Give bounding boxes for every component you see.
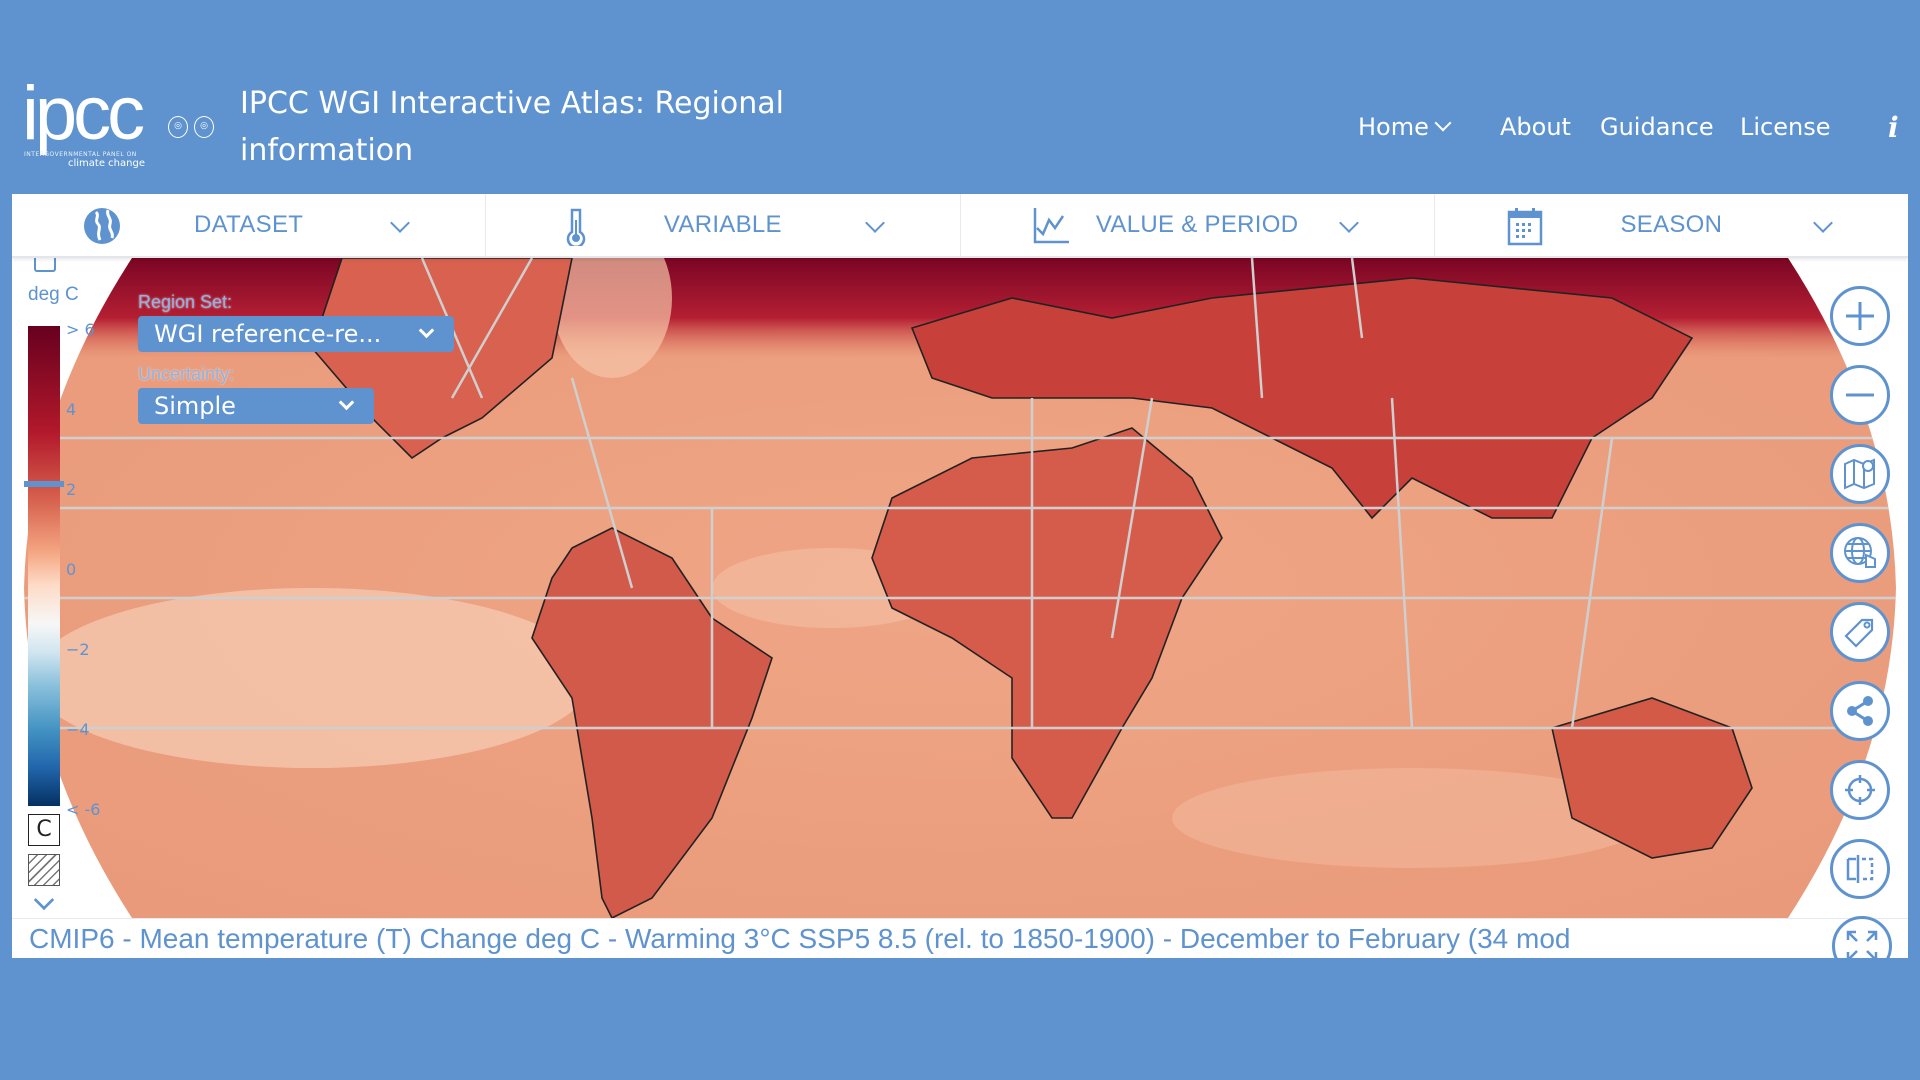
legend-tick: 2	[66, 480, 77, 499]
globe-hand-icon	[1844, 537, 1876, 568]
region-set-select[interactable]: WGI reference-re...	[138, 316, 454, 352]
nav-license[interactable]: License	[1740, 110, 1830, 144]
atlas-panel: DATASET VARIABLE VALUE & PERIOD SEASON d…	[12, 194, 1908, 958]
map-region-button[interactable]	[1830, 444, 1890, 504]
ipcc-logo[interactable]: ipcc INTERGOVERNMENTAL PANEL ON climate …	[22, 74, 222, 174]
nav-home[interactable]: Home	[1358, 110, 1452, 144]
legend-tick: −2	[66, 640, 90, 659]
uncertainty-value: Simple	[154, 392, 236, 420]
compare-icon	[1846, 855, 1874, 883]
dataset-dropdown[interactable]: DATASET	[12, 194, 487, 256]
logo-text: ipcc	[22, 71, 145, 156]
dataset-label: DATASET	[194, 211, 304, 238]
value-period-label: VALUE & PERIOD	[1095, 211, 1299, 238]
uncertainty-label: Uncertainty:	[138, 364, 235, 384]
legend-tick: 0	[66, 560, 77, 579]
consensus-toggle[interactable]: C	[28, 814, 60, 846]
logo-subtitle: INTERGOVERNMENTAL PANEL ON	[24, 151, 137, 158]
share-icon	[1847, 696, 1873, 726]
chevron-down-icon	[338, 394, 355, 411]
season-dropdown[interactable]: SEASON	[1435, 194, 1908, 256]
nav-guidance[interactable]: Guidance	[1600, 110, 1714, 144]
map-caption: CMIP6 - Mean temperature (T) Change deg …	[12, 918, 1908, 958]
region-set-value: WGI reference-re...	[154, 320, 382, 348]
legend-tick: 4	[66, 400, 77, 419]
tag-icon	[1844, 618, 1874, 648]
crosshair-icon	[1845, 775, 1875, 805]
chevron-down-icon	[418, 322, 435, 339]
page-title: IPCC WGI Interactive Atlas: Regional inf…	[240, 86, 784, 168]
uncertainty-select[interactable]: Simple	[138, 388, 374, 424]
expand-icon	[1846, 930, 1878, 958]
color-legend: deg C > 6 4 2 0 −2 −4 < -6 C	[12, 254, 122, 918]
season-label: SEASON	[1620, 211, 1723, 238]
map-body	[24, 258, 1896, 918]
unep-logo-icon: ◎	[194, 116, 214, 138]
map-tools	[1830, 286, 1894, 918]
hatching-toggle[interactable]	[28, 854, 60, 886]
legend-tick: > 6	[66, 320, 95, 339]
map-pin-icon	[1844, 458, 1875, 490]
logo-subtitle-2: climate change	[68, 158, 145, 169]
wmo-logo-icon: ◎	[168, 116, 188, 138]
value-period-dropdown[interactable]: VALUE & PERIOD	[961, 194, 1435, 256]
region-set-label: Region Set:	[138, 292, 233, 312]
chevron-down-icon	[1434, 114, 1452, 132]
variable-label: VARIABLE	[663, 211, 782, 238]
map-canvas[interactable]	[12, 258, 1908, 918]
nav-about[interactable]: About	[1500, 110, 1571, 144]
legend-tick: −4	[66, 720, 90, 739]
info-icon[interactable]: i	[1888, 110, 1899, 144]
locate-button[interactable]	[1830, 760, 1890, 820]
zoom-out-button[interactable]	[1830, 365, 1890, 425]
toolbar: DATASET VARIABLE VALUE & PERIOD SEASON	[12, 194, 1908, 258]
share-button[interactable]	[1830, 681, 1890, 741]
legend-slider-handle[interactable]	[24, 481, 64, 487]
compare-button[interactable]	[1830, 839, 1890, 899]
minus-icon	[1846, 393, 1874, 397]
climate-map[interactable]	[12, 258, 1908, 918]
tag-button[interactable]	[1830, 602, 1890, 662]
zoom-in-button[interactable]	[1830, 286, 1890, 346]
plus-icon	[1846, 302, 1874, 330]
legend-unit: deg C	[28, 284, 79, 305]
nav-home-label: Home	[1358, 113, 1429, 141]
legend-tick: < -6	[66, 800, 101, 819]
header: ipcc INTERGOVERNMENTAL PANEL ON climate …	[0, 0, 1920, 194]
chevron-down-icon[interactable]	[33, 889, 55, 911]
variable-dropdown[interactable]: VARIABLE	[486, 194, 961, 256]
legend-colorbar[interactable]	[28, 326, 60, 806]
globe-select-button[interactable]	[1830, 523, 1890, 583]
